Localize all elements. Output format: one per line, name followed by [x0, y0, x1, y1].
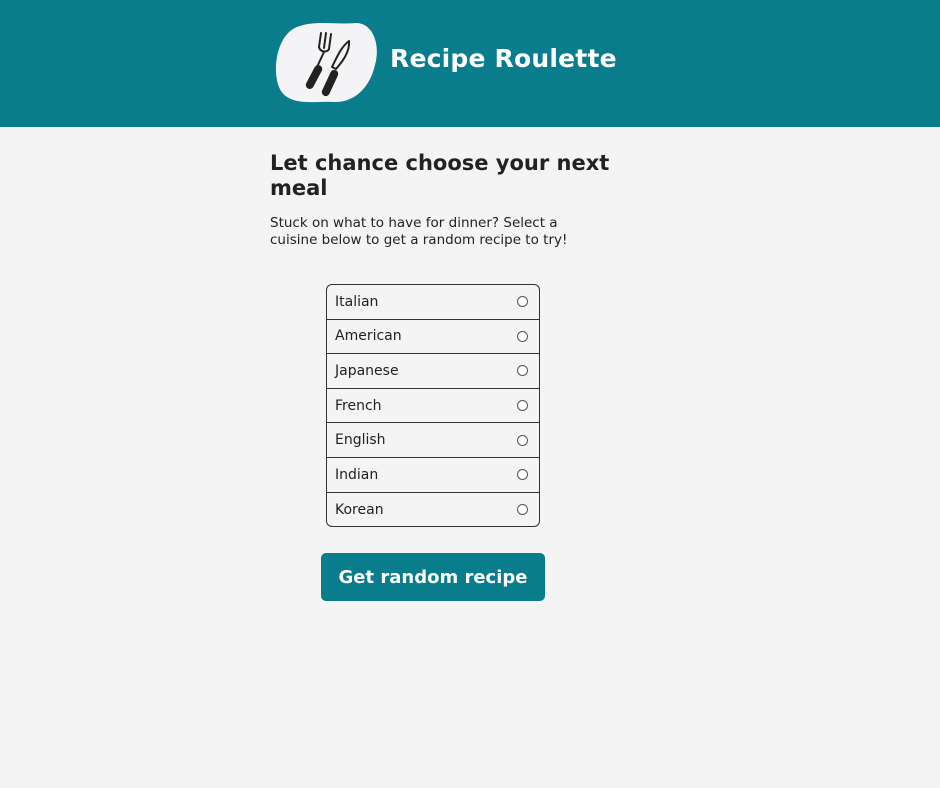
radio-button[interactable]: [517, 296, 528, 308]
cuisine-options: Italian American Japanese French English…: [326, 284, 540, 527]
cuisine-option-korean[interactable]: Korean: [327, 493, 539, 526]
fork-and-knife-icon: [275, 22, 377, 103]
page-heading: Let chance choose your next meal: [270, 151, 610, 200]
get-random-recipe-button[interactable]: Get random recipe: [321, 553, 545, 601]
radio-button[interactable]: [517, 365, 528, 377]
intro-text: Stuck on what to have for dinner? Select…: [270, 215, 568, 248]
app-header: Recipe Roulette: [0, 0, 940, 127]
cuisine-option-french[interactable]: French: [327, 389, 539, 424]
cuisine-option-american[interactable]: American: [327, 320, 539, 355]
cuisine-label: Italian: [335, 293, 379, 310]
cuisine-label: Korean: [335, 501, 384, 518]
cuisine-option-english[interactable]: English: [327, 423, 539, 458]
cuisine-label: French: [335, 397, 382, 414]
radio-button[interactable]: [517, 330, 528, 342]
cuisine-label: Indian: [335, 466, 379, 483]
radio-button[interactable]: [517, 400, 528, 412]
cuisine-label: English: [335, 432, 386, 449]
cuisine-option-italian[interactable]: Italian: [327, 285, 539, 320]
radio-button[interactable]: [517, 504, 528, 516]
cuisine-option-japanese[interactable]: Japanese: [327, 354, 539, 389]
cuisine-label: Japanese: [335, 362, 399, 379]
app-title: Recipe Roulette: [390, 44, 617, 73]
cuisine-label: American: [335, 328, 402, 345]
radio-button[interactable]: [517, 434, 528, 446]
cuisine-option-indian[interactable]: Indian: [327, 458, 539, 493]
radio-button[interactable]: [517, 469, 528, 481]
